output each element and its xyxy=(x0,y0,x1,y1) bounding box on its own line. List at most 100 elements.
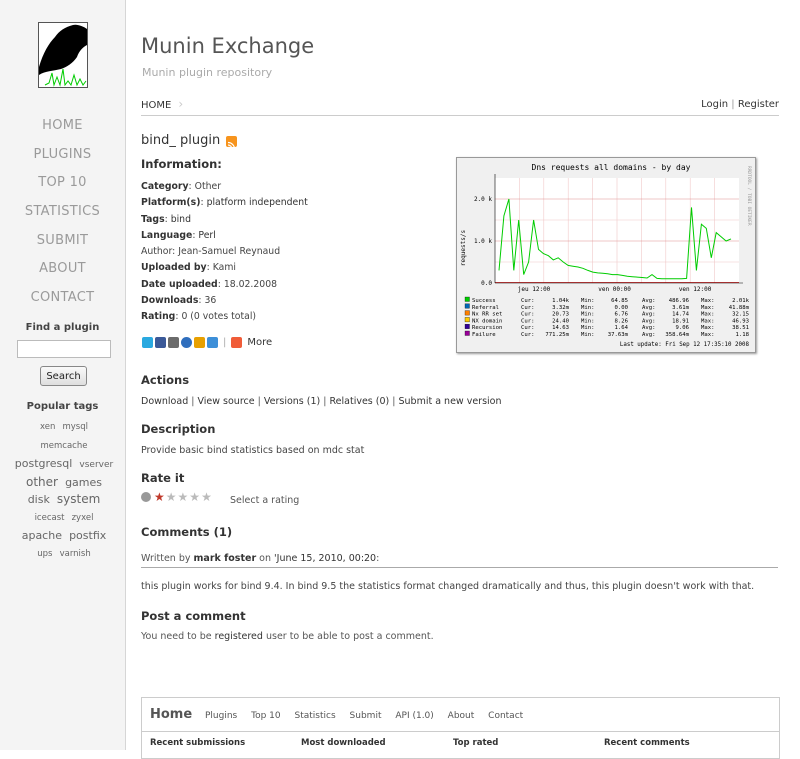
footer-nav-about[interactable]: About xyxy=(448,711,475,721)
login-link[interactable]: Login xyxy=(701,99,728,110)
tag-link[interactable]: zyxel xyxy=(72,513,94,523)
site-subtitle: Munin plugin repository xyxy=(142,66,273,79)
graph-legend-text: Avg: xyxy=(642,305,655,311)
search-input[interactable] xyxy=(17,340,111,358)
footer-col-recent-submissions: Recent submissions xyxy=(150,738,246,748)
rating-star-icon[interactable]: ★ xyxy=(178,491,189,503)
info-tags: Tags: bind xyxy=(141,213,191,225)
tag-link[interactable]: postgresql xyxy=(15,457,73,470)
nav-about[interactable]: ABOUT xyxy=(0,260,125,289)
footer-col-top-rated: Top rated xyxy=(453,738,499,748)
nav-contact[interactable]: CONTACT xyxy=(0,289,125,318)
footer-nav-plugins[interactable]: Plugins xyxy=(205,711,237,721)
comments-heading: Comments (1) xyxy=(141,525,233,539)
footer-nav-top10[interactable]: Top 10 xyxy=(251,711,281,721)
language-link[interactable]: Perl xyxy=(198,230,215,241)
rating-label: Select a rating xyxy=(230,495,300,506)
comment-permalink[interactable]: 'June 15, 2010, 00:20 xyxy=(274,553,376,564)
nav-plugins[interactable]: PLUGINS xyxy=(0,146,125,175)
graph-legend-text: Min: xyxy=(581,305,594,311)
munin-logo[interactable] xyxy=(38,22,88,88)
graph-legend-swatch xyxy=(464,317,470,323)
graph-legend-text: Recursion xyxy=(472,325,502,331)
download-link[interactable]: Download xyxy=(141,396,188,407)
twitter-icon[interactable] xyxy=(142,337,153,348)
graph-legend-text: 6.76 xyxy=(615,312,628,318)
footer-home-link[interactable]: Home xyxy=(150,707,192,722)
description-text: Provide basic bind statistics based on m… xyxy=(141,445,365,456)
graph-legend-swatch xyxy=(464,330,470,336)
tag-link[interactable]: apache xyxy=(22,529,62,542)
tag-link[interactable]: games xyxy=(65,476,102,489)
rating-star-icon[interactable]: ★ xyxy=(154,491,165,503)
nav-top10[interactable]: TOP 10 xyxy=(0,174,125,203)
graph-legend-text: Max: xyxy=(701,332,714,338)
delicious-icon[interactable] xyxy=(181,337,192,348)
view-source-link[interactable]: View source xyxy=(197,396,254,407)
tag-link[interactable]: memcache xyxy=(41,441,88,451)
stumbleupon-icon[interactable] xyxy=(194,337,205,348)
tag-link[interactable]: vserver xyxy=(79,460,113,470)
graph-legend-swatch xyxy=(464,324,470,329)
graph-legend-text: Cur: xyxy=(521,305,534,311)
sidebar: HOME PLUGINS TOP 10 STATISTICS SUBMIT AB… xyxy=(0,0,126,750)
digg-icon[interactable] xyxy=(168,337,179,348)
tag-bind-link[interactable]: bind xyxy=(171,214,191,225)
register-link[interactable]: Register xyxy=(738,99,779,110)
information-heading: Information: xyxy=(141,157,222,171)
tag-link[interactable]: xen xyxy=(40,422,55,432)
info-downloads: Downloads: 36 xyxy=(141,295,217,307)
footer-nav-api[interactable]: API (1.0) xyxy=(395,711,433,721)
dns-requests-graph: Dns requests all domains - by day RRDTOO… xyxy=(456,157,756,353)
registered-link[interactable]: registered xyxy=(215,631,263,642)
versions-link[interactable]: Versions (1) xyxy=(264,396,320,407)
graph-legend-text: Avg: xyxy=(642,325,655,331)
footer-nav-contact[interactable]: Contact xyxy=(488,711,523,721)
post-comment-heading: Post a comment xyxy=(141,609,246,623)
nav-home[interactable]: HOME xyxy=(0,117,125,146)
graph-legend-text: 8.26 xyxy=(615,318,628,324)
tag-link[interactable]: other xyxy=(26,475,58,489)
nav-statistics[interactable]: STATISTICS xyxy=(0,203,125,232)
facebook-icon[interactable] xyxy=(155,337,166,348)
breadcrumb-home[interactable]: HOME xyxy=(141,100,171,111)
comment-author: mark foster xyxy=(193,553,257,564)
graph-legend-text: 358.64m xyxy=(665,332,689,338)
graph-legend-text: Avg: xyxy=(642,298,655,304)
graph-legend-swatch xyxy=(464,296,470,302)
rating-star-icon[interactable]: ★ xyxy=(189,491,200,503)
graph-legend-text: Max: xyxy=(701,305,714,311)
nav-submit[interactable]: SUBMIT xyxy=(0,232,125,261)
rating-star-icon[interactable]: ★ xyxy=(201,491,212,503)
rating-star-icon[interactable]: ★ xyxy=(166,491,177,503)
graph-legend-text: 1.64 xyxy=(615,325,629,331)
tag-link[interactable]: varnish xyxy=(60,549,91,559)
graph-legend-text: Cur: xyxy=(521,332,534,338)
share-more-link[interactable]: More xyxy=(247,337,272,348)
graph-legend-text: Max: xyxy=(701,325,714,331)
graph-legend-text: Min: xyxy=(581,312,594,318)
graph-legend-text: 46.93 xyxy=(732,318,749,324)
hyves-icon[interactable] xyxy=(207,337,218,348)
addthis-plus-icon[interactable] xyxy=(231,337,243,348)
rss-icon[interactable] xyxy=(226,136,237,150)
tag-link[interactable]: system xyxy=(57,492,100,506)
graph-legend-text: Cur: xyxy=(521,325,534,331)
tag-link[interactable]: postfix xyxy=(69,529,106,542)
relatives-link[interactable]: Relatives (0) xyxy=(329,396,389,407)
tag-link[interactable]: ups xyxy=(37,549,52,559)
tag-link[interactable]: disk xyxy=(28,493,50,506)
submit-version-link[interactable]: Submit a new version xyxy=(398,396,501,407)
comment-meta: Written by mark foster on 'June 15, 2010… xyxy=(141,553,380,564)
platform-link[interactable]: platform independent xyxy=(207,197,308,208)
graph-legend-text: NX domain xyxy=(472,318,502,324)
cancel-rating-icon[interactable] xyxy=(141,492,151,502)
graph-legend-text: Referral xyxy=(472,305,499,311)
tag-link[interactable]: mysql xyxy=(62,422,88,432)
footer-nav-submit[interactable]: Submit xyxy=(350,711,382,721)
chevron-right-icon: › xyxy=(178,97,184,111)
footer-nav-statistics[interactable]: Statistics xyxy=(295,711,336,721)
search-button[interactable]: Search xyxy=(40,366,87,386)
info-language: Language: Perl xyxy=(141,229,216,241)
tag-link[interactable]: icecast xyxy=(35,513,65,523)
